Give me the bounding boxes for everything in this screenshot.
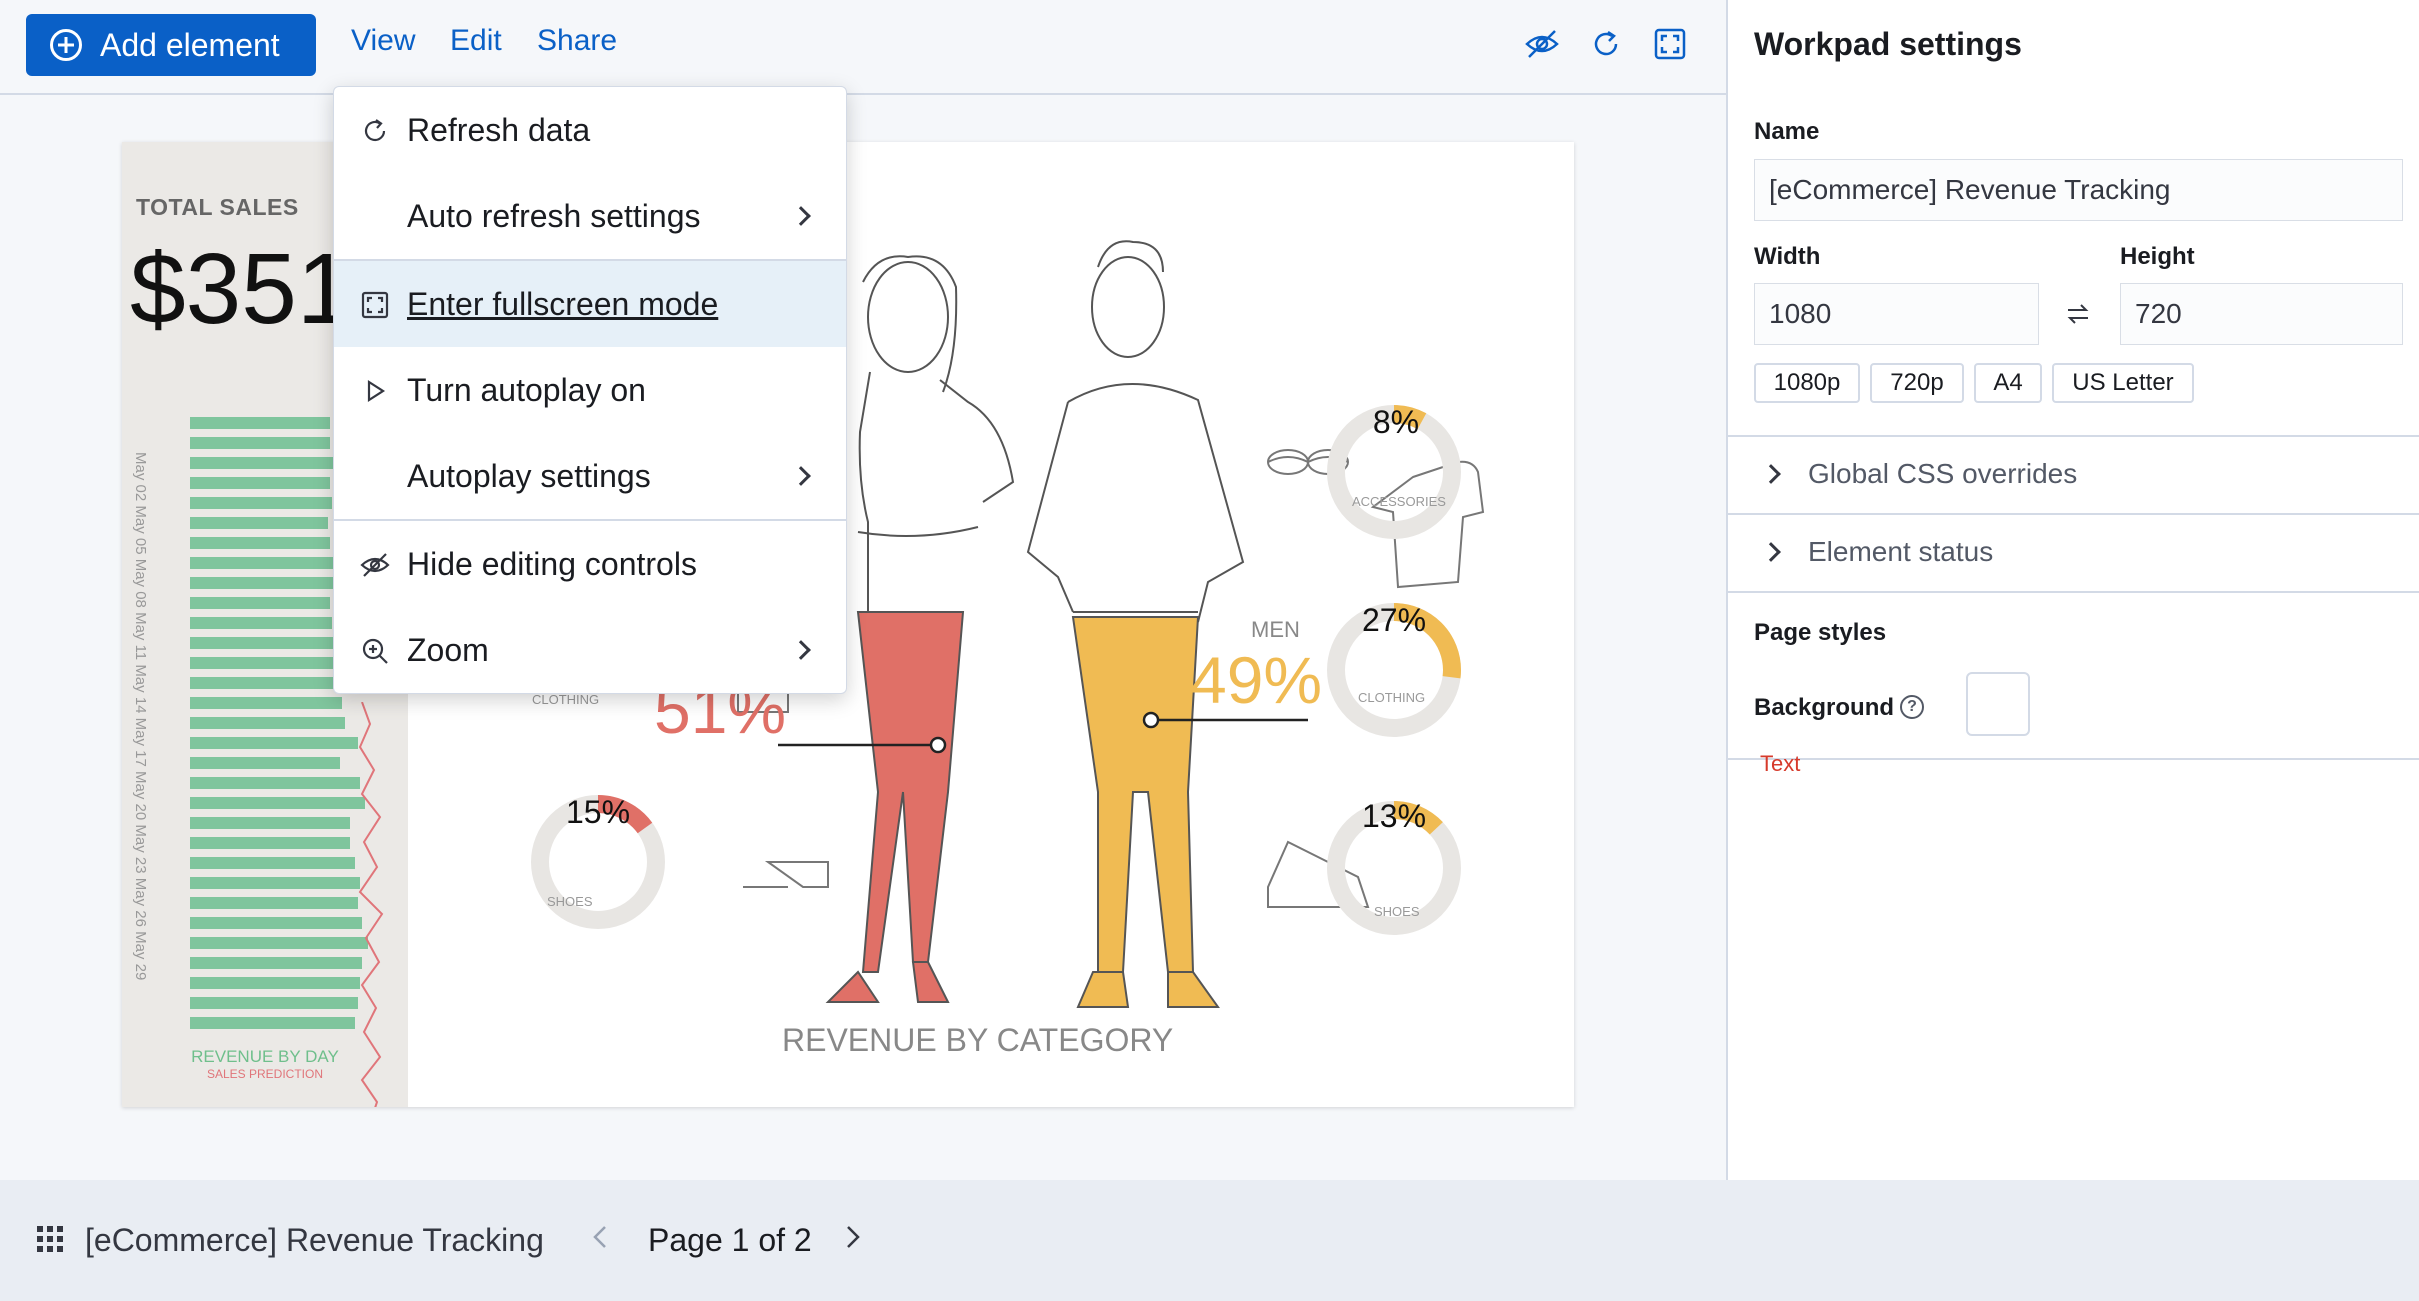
men-clothing-pct: 27% <box>1361 602 1427 638</box>
preset-a4-button[interactable]: A4 <box>1974 363 2042 403</box>
chevron-right-icon <box>791 466 811 486</box>
page-indicator[interactable]: Page 1 of 2 <box>648 1222 812 1259</box>
sidebar-title: Workpad settings <box>1754 26 2022 62</box>
plus-circle-icon <box>50 29 82 61</box>
menu-item-autoplay-settings[interactable]: Autoplay settings <box>334 433 846 519</box>
workpad-name-field[interactable]: [eCommerce] Revenue Tracking <box>1754 159 2403 221</box>
canvas-toolbar: Add element View Edit Share <box>0 0 1726 95</box>
men-shoes-pct: 13% <box>1361 798 1427 834</box>
chevron-right-icon <box>791 640 811 660</box>
preset-720p-button[interactable]: 720p <box>1870 363 1964 403</box>
fullscreen-icon[interactable] <box>1652 26 1688 62</box>
grid-icon[interactable] <box>36 1225 64 1253</box>
view-menu-button[interactable]: View <box>351 24 415 58</box>
element-status-accordion[interactable]: Element status <box>1761 536 1994 568</box>
help-icon[interactable]: ? <box>1900 695 1924 719</box>
sidebar-divider <box>1728 435 2419 437</box>
workpad-footer: [eCommerce] Revenue Tracking Page 1 of 2 <box>0 1180 2419 1301</box>
workpad-canvas: TOTAL SALES $351 May 02 May 05 May 08 Ma… <box>0 97 1726 1277</box>
menu-item-label: Hide editing controls <box>407 545 697 582</box>
women-shoes-pct: 15% <box>565 794 631 830</box>
chevron-left-icon <box>593 1226 606 1248</box>
fullscreen-icon <box>361 291 389 319</box>
background-color-picker[interactable] <box>1966 672 2030 736</box>
refresh-icon <box>364 119 386 142</box>
men-label: MEN <box>1251 617 1300 642</box>
chevron-right-icon <box>791 206 811 226</box>
workpad-settings-sidebar: Workpad settings Name [eCommerce] Revenu… <box>1726 0 2419 1180</box>
text-style-label: Text <box>1760 751 1801 776</box>
width-field[interactable]: 1080 <box>1754 283 2039 345</box>
men-accessories-pct: 8% <box>1372 404 1420 440</box>
menu-item-turn-autoplay-on[interactable]: Turn autoplay on <box>334 347 846 433</box>
preset-1080p-button[interactable]: 1080p <box>1754 363 1860 403</box>
add-element-label: Add element <box>100 26 280 63</box>
width-label: Width <box>1754 243 1821 270</box>
workpad-title: [eCommerce] Revenue Tracking <box>85 1222 544 1258</box>
menu-item-auto-refresh-settings[interactable]: Auto refresh settings <box>334 173 846 259</box>
men-shoes-label: SHOES <box>1374 904 1420 919</box>
share-menu-button[interactable]: Share <box>537 24 617 58</box>
revenue-by-category-label: REVENUE BY CATEGORY <box>782 1022 1174 1058</box>
menu-item-label: Auto refresh settings <box>407 197 701 234</box>
chevron-right-icon <box>847 1226 860 1248</box>
canvas-main: Add element View Edit Share TOTAL SALES … <box>0 0 1726 1277</box>
height-label: Height <box>2120 243 2195 270</box>
menu-item-zoom[interactable]: Zoom <box>334 607 846 693</box>
page-styles-label: Page styles <box>1754 619 1887 646</box>
global-css-label: Global CSS overrides <box>1808 458 2078 489</box>
sidebar-divider <box>1728 758 2419 760</box>
add-element-button[interactable]: Add element <box>26 14 316 76</box>
element-status-label: Element status <box>1808 536 1994 567</box>
preset-us-letter-button[interactable]: US Letter <box>2052 363 2194 403</box>
next-page-button[interactable] <box>845 1224 861 1258</box>
chevron-right-icon <box>1761 464 1781 484</box>
men-clothing-label: CLOTHING <box>1358 690 1426 705</box>
menu-item-refresh-data[interactable]: Refresh data <box>334 87 846 173</box>
swap-dimensions-icon[interactable] <box>2064 300 2092 328</box>
view-menu: Refresh data Auto refresh settings Enter… <box>333 86 847 694</box>
eye-closed-icon <box>360 553 390 577</box>
menu-item-label: Turn autoplay on <box>407 371 646 408</box>
name-label: Name <box>1754 118 1820 145</box>
women-shoes-label: SHOES <box>547 894 593 909</box>
refresh-icon[interactable] <box>1588 26 1624 62</box>
menu-item-label: Zoom <box>407 631 489 668</box>
menu-item-label: Enter fullscreen mode <box>407 285 719 322</box>
zoom-in-icon <box>362 638 388 664</box>
menu-item-hide-editing-controls[interactable]: Hide editing controls <box>334 521 846 607</box>
global-css-accordion[interactable]: Global CSS overrides <box>1761 458 2078 490</box>
menu-item-enter-fullscreen[interactable]: Enter fullscreen mode <box>334 261 846 347</box>
men-pct: 49% <box>1190 643 1323 717</box>
men-accessories-label: ACCESSORIES <box>1352 494 1446 509</box>
prev-page-button[interactable] <box>592 1224 608 1258</box>
background-label: Background <box>1754 694 1895 721</box>
menu-item-label: Refresh data <box>407 111 591 148</box>
edit-menu-button[interactable]: Edit <box>450 24 502 58</box>
chevron-right-icon <box>1761 542 1781 562</box>
play-icon <box>367 379 386 403</box>
height-field[interactable]: 720 <box>2120 283 2403 345</box>
sidebar-divider <box>1728 513 2419 515</box>
menu-item-label: Autoplay settings <box>407 457 651 494</box>
eye-closed-icon[interactable] <box>1524 26 1560 62</box>
sidebar-divider <box>1728 591 2419 593</box>
women-clothing-label: CLOTHING <box>532 692 600 707</box>
